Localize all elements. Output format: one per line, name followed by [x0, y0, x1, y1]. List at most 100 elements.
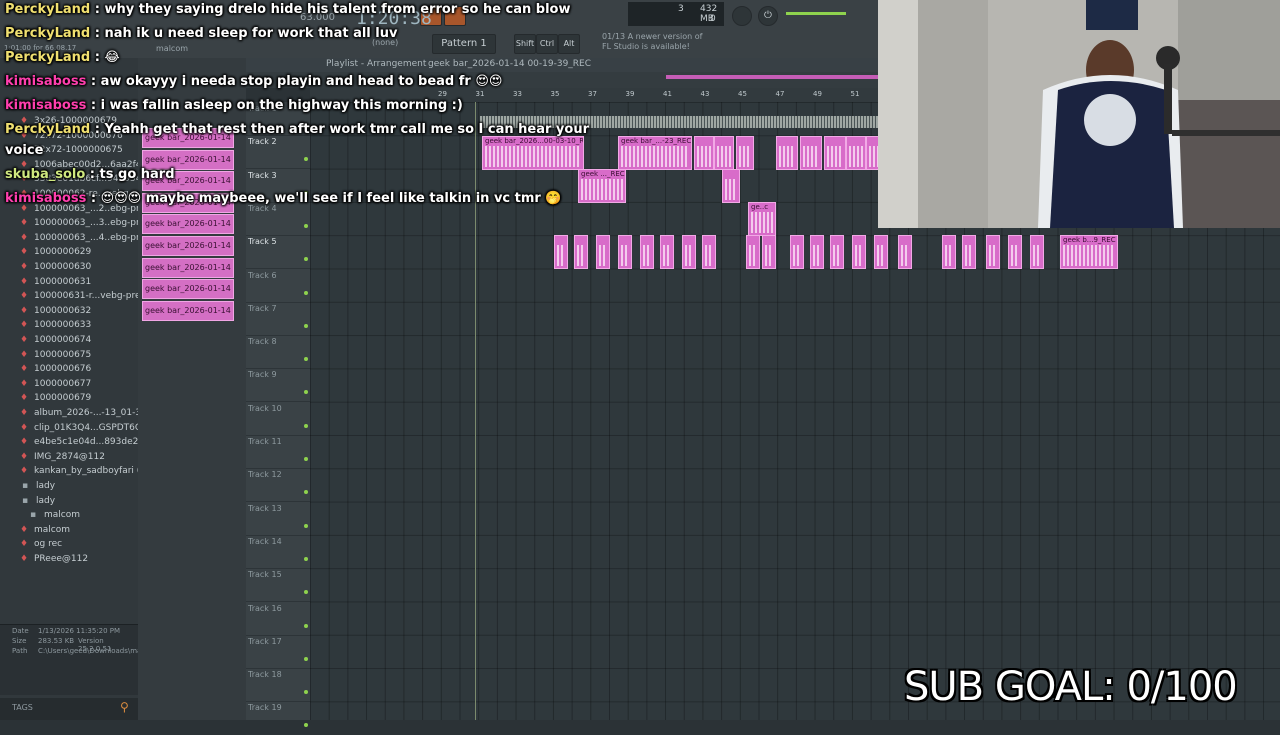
browser-file[interactable]: ♦ 1000000632: [20, 304, 91, 318]
audio-clip[interactable]: [714, 136, 734, 170]
audio-clip[interactable]: [722, 169, 740, 203]
track-header[interactable]: Track 14: [246, 535, 310, 569]
browser-item-label: 1000000631: [34, 276, 92, 287]
alt-button[interactable]: Alt: [558, 34, 580, 54]
browser-file[interactable]: ♦ 1000000677: [20, 377, 91, 391]
chat-text: : why they saying drelo hide his talent …: [90, 2, 571, 17]
browser-file[interactable]: ♦ malcom: [20, 523, 70, 537]
browser-file[interactable]: ♦ 1000000629: [20, 245, 91, 259]
track-mute-led[interactable]: [304, 556, 308, 561]
track-mute-led[interactable]: [304, 523, 308, 528]
track-mute-led[interactable]: [304, 723, 308, 728]
audio-clip[interactable]: [790, 235, 804, 269]
track-mute-led[interactable]: [304, 457, 308, 461]
audio-clip[interactable]: [762, 235, 776, 269]
track-mute-led[interactable]: [304, 323, 308, 328]
tags-bar[interactable]: TAGS ⚲: [0, 698, 138, 720]
audio-clip[interactable]: [1030, 235, 1044, 269]
track-header[interactable]: Track 19: [246, 701, 310, 735]
browser-file[interactable]: ♦ og rec: [20, 537, 62, 551]
track-header[interactable]: Track 16: [246, 602, 310, 636]
track-mute-led[interactable]: [304, 223, 308, 228]
shift-button[interactable]: Shift: [514, 34, 536, 54]
audio-clip[interactable]: [746, 235, 760, 269]
audio-clip[interactable]: [682, 235, 696, 269]
track-mute-led[interactable]: [304, 423, 308, 428]
audio-clip[interactable]: [554, 235, 568, 269]
picker-clip[interactable]: geek bar_2026-01-14 00...: [142, 279, 234, 300]
ctrl-button[interactable]: Ctrl: [536, 34, 558, 54]
browser-file[interactable]: ♦ PReee@112: [20, 552, 88, 566]
audio-clip[interactable]: [824, 136, 846, 170]
track-header[interactable]: Track 10: [246, 402, 310, 436]
track-mute-led[interactable]: [304, 690, 308, 695]
audio-clip[interactable]: [810, 235, 824, 269]
audio-clip[interactable]: geek bar_...-23_REC: [618, 136, 692, 170]
picker-clip[interactable]: geek bar_2026-01-14 00...: [142, 300, 234, 321]
track-header[interactable]: Track 17: [246, 635, 310, 669]
track-mute-led[interactable]: [304, 357, 308, 362]
cpu-icon[interactable]: [732, 6, 752, 26]
audio-clip[interactable]: [660, 235, 674, 269]
update-notice[interactable]: 01/13 A newer version of FL Studio is av…: [602, 32, 712, 54]
track-mute-led[interactable]: [304, 290, 308, 295]
audio-clip[interactable]: [736, 136, 754, 170]
audio-clip[interactable]: [830, 235, 844, 269]
audio-clip[interactable]: geek ..._REC: [578, 169, 626, 203]
track-header[interactable]: Track 7: [246, 302, 310, 336]
audio-clip[interactable]: geek bar_2026...00-03-10_REC: [482, 136, 584, 170]
audio-clip[interactable]: [776, 136, 798, 170]
audio-clip[interactable]: [618, 235, 632, 269]
track-name: Track 13: [248, 503, 282, 513]
audio-clip[interactable]: [702, 235, 716, 269]
audio-clip[interactable]: [986, 235, 1000, 269]
master-volume-slider[interactable]: [786, 12, 846, 15]
browser-folder[interactable]: ▪ lady: [22, 494, 55, 508]
audio-clip[interactable]: [852, 235, 866, 269]
audio-clip[interactable]: [898, 235, 912, 269]
browser-item-label: PReee@112: [34, 554, 89, 564]
audio-clip[interactable]: [694, 136, 714, 170]
audio-clip[interactable]: [800, 136, 822, 170]
browser-folder[interactable]: ▪ malcom: [30, 508, 80, 522]
audio-clip[interactable]: [1008, 235, 1022, 269]
track-header[interactable]: Track 12: [246, 468, 310, 503]
browser-file[interactable]: ♦ 1000000631: [20, 275, 91, 289]
browser-folder[interactable]: ▪ lady: [22, 479, 55, 493]
track-mute-led[interactable]: [304, 623, 308, 628]
track-header[interactable]: Track 5: [246, 235, 310, 270]
audio-clip[interactable]: [962, 235, 976, 269]
browser-file[interactable]: ♦ IMG_2874@112: [20, 450, 105, 464]
browser-file[interactable]: ♦ 1000000675: [20, 348, 91, 362]
audio-clip[interactable]: [574, 235, 588, 269]
audio-clip[interactable]: [846, 136, 866, 170]
track-header[interactable]: Track 11: [246, 435, 310, 469]
track-mute-led[interactable]: [304, 490, 308, 495]
browser-file[interactable]: ♦ 1000000676: [20, 362, 91, 376]
track-header[interactable]: Track 15: [246, 568, 310, 603]
audio-clip[interactable]: ge..c: [748, 202, 776, 236]
track-header[interactable]: Track 8: [246, 335, 310, 370]
browser-file[interactable]: ♦ 1000000630: [20, 260, 91, 274]
browser-file[interactable]: ♦ 1000000674: [20, 333, 91, 347]
track-header[interactable]: Track 13: [246, 502, 310, 536]
browser-file[interactable]: ♦ 1000000679: [20, 391, 91, 405]
track-header[interactable]: Track 9: [246, 368, 310, 403]
track-header[interactable]: Track 6: [246, 269, 310, 303]
track-header[interactable]: Track 18: [246, 668, 310, 703]
track-mute-led[interactable]: [304, 590, 308, 595]
search-icon[interactable]: ⚲: [120, 700, 129, 714]
track-mute-led[interactable]: [304, 257, 308, 262]
picker-clip[interactable]: geek bar_2026-01-14 00...: [142, 257, 234, 278]
track-mute-led[interactable]: [304, 390, 308, 395]
browser-file[interactable]: ♦ 1000000633: [20, 318, 91, 332]
picker-clip[interactable]: geek bar_2026-01-14 00...: [142, 236, 234, 256]
audio-clip[interactable]: geek b...9_REC: [1060, 235, 1118, 269]
audio-clip[interactable]: [874, 235, 888, 269]
audio-clip[interactable]: [640, 235, 654, 269]
audio-clip[interactable]: [942, 235, 956, 269]
track-mute-led[interactable]: [304, 656, 308, 661]
power-icon[interactable]: ⏻: [758, 6, 778, 26]
audio-clip[interactable]: [596, 235, 610, 269]
browser-file[interactable]: ♦ kankan_by_sadboyfari (1): [20, 464, 150, 478]
